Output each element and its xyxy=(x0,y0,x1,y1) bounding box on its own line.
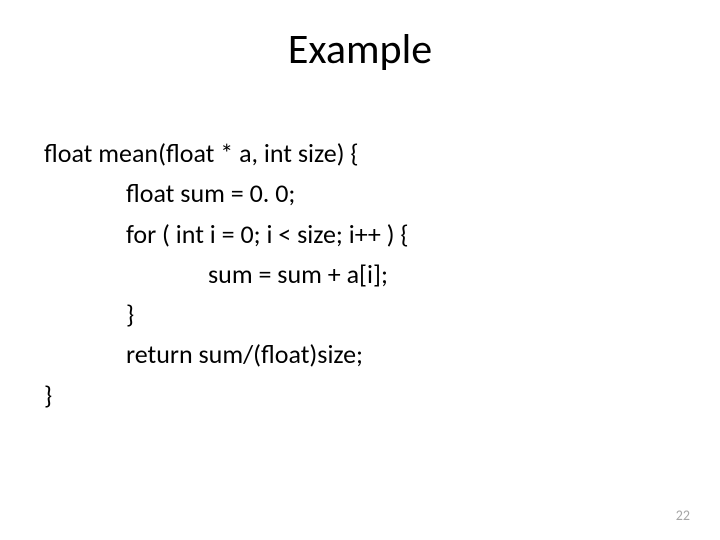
code-line: } xyxy=(44,294,720,334)
slide-title: Example xyxy=(0,24,720,75)
slide-container: Example float mean(float * a, int size) … xyxy=(0,0,720,540)
code-line: sum = sum + a[i]; xyxy=(44,254,720,294)
code-line: for ( int i = 0; i < size; i++ ) { xyxy=(44,214,720,254)
page-number: 22 xyxy=(676,507,690,524)
code-line: float mean(float * a, int size) { xyxy=(44,133,720,173)
code-line: return sum/(float)size; xyxy=(44,334,720,374)
code-line: float sum = 0. 0; xyxy=(44,173,720,213)
code-line: } xyxy=(44,375,720,415)
code-example: float mean(float * a, int size) { float … xyxy=(0,133,720,415)
